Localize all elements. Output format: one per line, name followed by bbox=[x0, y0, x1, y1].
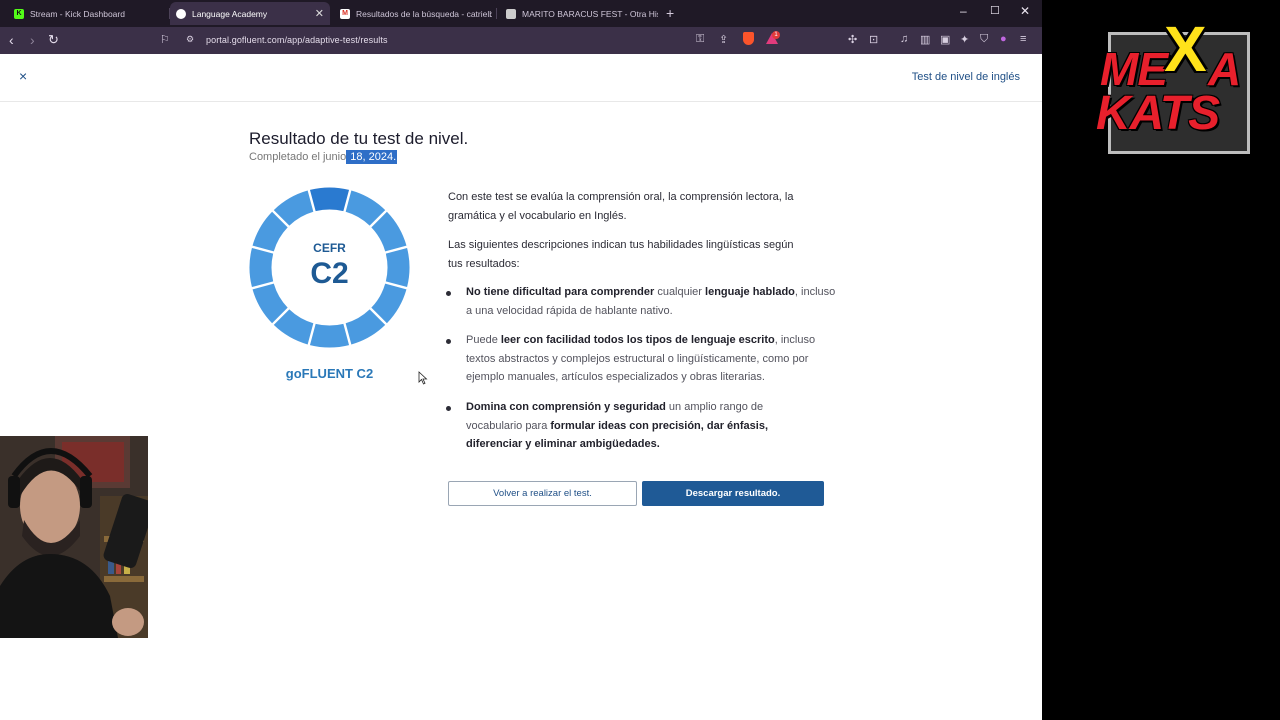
url-text[interactable]: portal.gofluent.com/app/adaptive-test/re… bbox=[206, 35, 388, 45]
extensions-icon[interactable]: ✣ bbox=[848, 33, 857, 46]
key-icon[interactable]: ⚿ bbox=[696, 33, 704, 46]
tab-kick-dashboard[interactable]: K Stream - Kick Dashboard bbox=[8, 2, 168, 25]
browser-window: K Stream - Kick Dashboard Language Acade… bbox=[0, 0, 1042, 720]
screenshot-icon[interactable]: ⊡ bbox=[869, 33, 878, 46]
download-result-button[interactable]: Descargar resultado. bbox=[642, 481, 824, 506]
close-tab-icon[interactable]: ✕ bbox=[315, 7, 324, 20]
cefr-level-value: C2 bbox=[310, 257, 349, 290]
tab-gmail-search[interactable]: M Resultados de la búsqueda - catrielb bbox=[336, 2, 492, 25]
close-window-icon[interactable]: ✕ bbox=[1020, 4, 1030, 18]
bullet-dot bbox=[446, 291, 451, 296]
logo-text-kats: KATS bbox=[1096, 87, 1220, 140]
gofluent-level: goFLUENT C2 bbox=[285, 366, 374, 381]
wallet-icon[interactable]: ▣ bbox=[940, 33, 950, 46]
menu-icon[interactable]: ≡ bbox=[1020, 33, 1026, 45]
reload-icon[interactable]: ↻ bbox=[48, 32, 59, 48]
mouse-cursor-icon bbox=[418, 371, 428, 385]
test-description: Con este test se evalúa la comprensión o… bbox=[448, 191, 794, 222]
tab-marito-fest[interactable]: MARITO BARACUS FEST - Otra Histori bbox=[502, 2, 658, 25]
bullet-dot bbox=[446, 406, 451, 411]
new-tab-icon[interactable]: + bbox=[666, 5, 674, 21]
webcam-overlay bbox=[0, 436, 148, 638]
tab-label: MARITO BARACUS FEST - Otra Histori bbox=[522, 8, 658, 19]
leo-icon[interactable]: ✦ bbox=[960, 33, 969, 46]
minimize-icon[interactable]: – bbox=[960, 4, 967, 18]
forward-icon[interactable]: › bbox=[30, 32, 35, 48]
rewards-badge: 1 bbox=[772, 31, 780, 39]
maximize-icon[interactable]: ☐ bbox=[990, 4, 1000, 17]
share-icon[interactable]: ⇪ bbox=[719, 33, 728, 46]
logo-text-x: X bbox=[1164, 13, 1207, 85]
tab-separator bbox=[496, 8, 497, 19]
close-icon[interactable]: × bbox=[19, 68, 27, 84]
completion-prefix: Completado el junio bbox=[249, 151, 347, 163]
header-title: Test de nivel de inglés bbox=[911, 71, 1020, 83]
gofluent-icon bbox=[176, 8, 186, 19]
tab-language-academy[interactable]: Language Academy ✕ bbox=[170, 2, 330, 25]
sidebar-icon[interactable]: ▥ bbox=[920, 33, 930, 46]
donut-segment bbox=[309, 323, 350, 348]
skill-bullet-vocabulary: Domina con comprensión y seguridad un am… bbox=[466, 401, 769, 450]
page-header: × Test de nivel de inglés bbox=[0, 54, 1042, 102]
bookmark-icon[interactable]: ⚐ bbox=[160, 33, 170, 46]
completion-date: Completado el junio 18, 2024. bbox=[249, 150, 398, 164]
streamer-camera-image bbox=[0, 436, 148, 638]
page-content: × Test de nivel de inglés Resultado de t… bbox=[0, 54, 1042, 720]
tab-label: Stream - Kick Dashboard bbox=[30, 8, 125, 19]
tab-label: Resultados de la búsqueda - catrielb bbox=[356, 8, 492, 19]
browser-toolbar: ‹ › ↻ ⚐ ⚙ portal.gofluent.com/app/adapti… bbox=[0, 27, 1042, 54]
vpn-icon[interactable]: ⛉ bbox=[980, 33, 988, 46]
tab-bar: K Stream - Kick Dashboard Language Acade… bbox=[0, 0, 1042, 27]
retake-test-button[interactable]: Volver a realizar el test. bbox=[448, 481, 637, 506]
skill-bullet-reading: Puede leer con facilidad todos los tipos… bbox=[466, 334, 816, 383]
back-icon[interactable]: ‹ bbox=[9, 32, 14, 48]
site-settings-icon[interactable]: ⚙ bbox=[186, 34, 194, 45]
skill-bullet-listening: No tiene dificultad para comprender cual… bbox=[466, 286, 836, 317]
bullet-dot bbox=[446, 339, 451, 344]
gmail-icon: M bbox=[340, 8, 350, 19]
brave-shields-icon[interactable] bbox=[743, 32, 754, 45]
media-icon[interactable]: ♫ bbox=[900, 33, 908, 45]
profile-icon[interactable]: ● bbox=[1000, 33, 1007, 45]
page-title: Resultado de tu test de nivel. bbox=[249, 129, 469, 148]
skills-intro: Las siguientes descripciones indican tus… bbox=[448, 239, 794, 270]
page-icon bbox=[506, 8, 516, 19]
cefr-label: CEFR bbox=[313, 241, 346, 255]
donut-segment bbox=[309, 187, 350, 212]
mexakats-logo: ME X A KATS bbox=[1092, 13, 1257, 158]
tab-label: Language Academy bbox=[192, 8, 268, 19]
completion-date-selected: 18, 2024. bbox=[346, 150, 398, 164]
kick-icon: K bbox=[14, 8, 24, 19]
